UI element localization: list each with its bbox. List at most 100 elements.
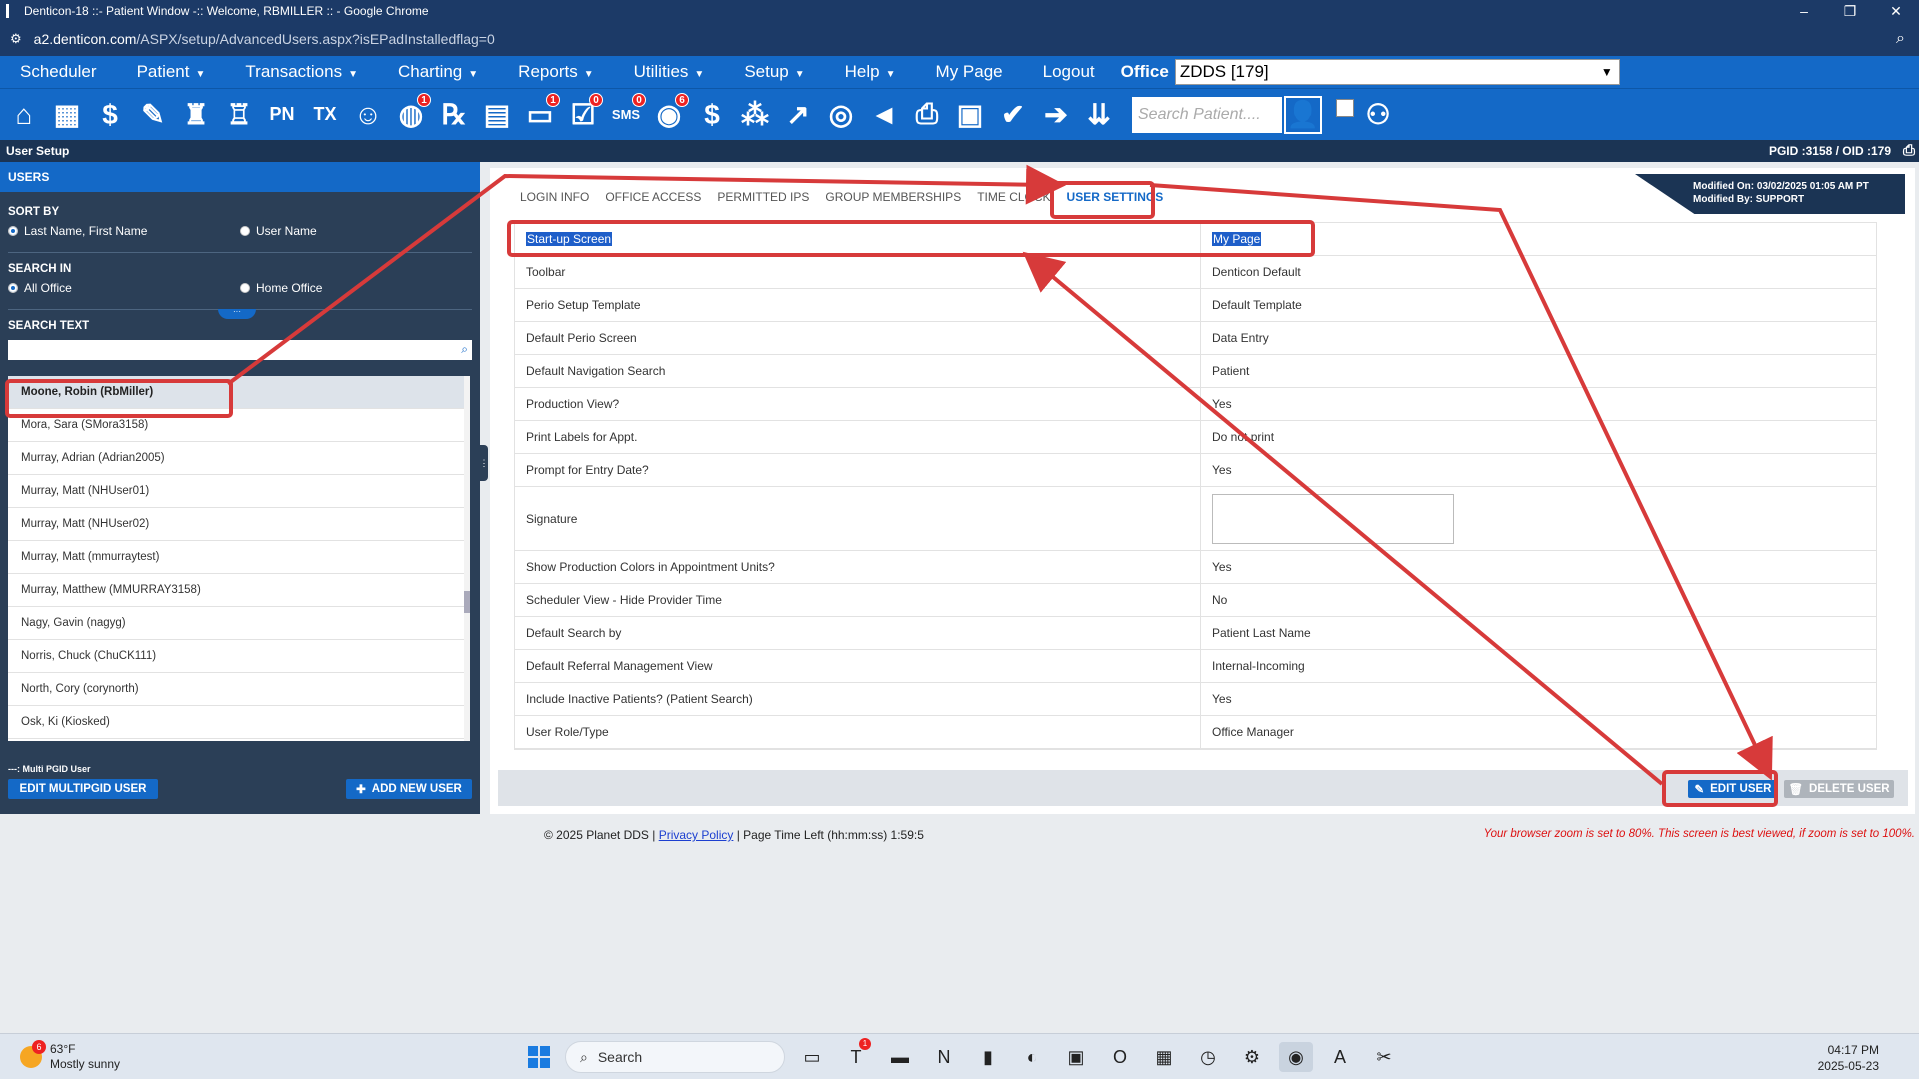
user-list-item[interactable]: Murray, Matt (NHUser01) [8, 475, 470, 508]
windows-start-icon[interactable] [528, 1046, 550, 1068]
menu-charting[interactable]: Charting ▼ [378, 62, 498, 82]
edit-user-button[interactable]: ✎ EDIT USER [1688, 780, 1778, 798]
user-list-item[interactable]: Murray, Matt (mmurraytest) [8, 541, 470, 574]
group-icon[interactable]: ◎ [821, 94, 861, 136]
dollar-icon[interactable]: $ [90, 94, 130, 136]
user-list-item[interactable]: Murray, Adrian (Adrian2005) [8, 442, 470, 475]
insurance-icon[interactable]: $ [692, 94, 732, 136]
search-home-office-radio[interactable]: Home Office [240, 281, 472, 295]
pn-icon[interactable]: PN [262, 94, 302, 136]
chevron-down-icon[interactable]: ▼ [1601, 65, 1613, 79]
add-patient-icon[interactable]: ☺ [348, 94, 388, 136]
panel-resize-handle[interactable]: ⋮ [480, 445, 489, 481]
acrobat-icon[interactable]: A [1323, 1042, 1357, 1072]
scanner-icon[interactable]: ▣ [950, 94, 990, 136]
task-icon[interactable]: ☑ 0 [563, 92, 603, 136]
tab-login-info[interactable]: LOGIN INFO [520, 190, 589, 204]
menu-scheduler[interactable]: Scheduler [0, 62, 117, 82]
store-icon[interactable]: ▣ [1059, 1042, 1093, 1072]
calculator-icon[interactable]: ▦ [1147, 1042, 1181, 1072]
file-explorer-icon[interactable]: ▬ [883, 1042, 917, 1072]
sort-lastname-radio[interactable]: Last Name, First Name [8, 224, 240, 238]
shield-arrow-icon[interactable]: ➔ [1036, 94, 1076, 136]
add-new-user-button[interactable]: ✚ ADD NEW USER [346, 779, 472, 799]
clock-app-icon[interactable]: ◷ [1191, 1042, 1225, 1072]
user-list-item[interactable]: Murray, Matthew (MMURRAY3158) [8, 574, 470, 607]
user-list-item[interactable]: Mora, Sara (SMora3158) [8, 409, 470, 442]
perio-icon[interactable]: ♖ [219, 94, 259, 136]
edit-note-icon[interactable]: ✎ [133, 94, 173, 136]
tab-group-memberships[interactable]: GROUP MEMBERSHIPS [825, 190, 961, 204]
sms-icon[interactable]: SMS 0 [606, 92, 646, 136]
main-menu: Scheduler Patient ▼ Transactions ▼ Charting ▼ R… [0, 56, 1919, 88]
search-icon[interactable]: ⌕ [461, 342, 468, 357]
user-list-item[interactable]: Murray, Matt (NHUser02) [8, 508, 470, 541]
settings-icon[interactable]: ⚙ [1235, 1042, 1269, 1072]
support-icon[interactable]: ◉ 6 [649, 92, 689, 136]
address-bar[interactable]: ⚙ a2.denticon.com/ASPX/setup/AdvancedUse… [0, 22, 1919, 56]
rx-icon[interactable]: ℞ [434, 94, 474, 136]
shield-down-icon[interactable]: ⇊ [1079, 94, 1119, 136]
user-list-item[interactable]: Norris, Chuck (ChuCK111) [8, 640, 470, 673]
menu-help[interactable]: Help ▼ [825, 62, 916, 82]
edge-icon[interactable]: ◐ [1015, 1042, 1049, 1072]
chart-line-icon[interactable]: ↗ [778, 94, 818, 136]
print-icon[interactable]: ⎙ [907, 94, 947, 136]
message-icon[interactable]: ▤ [477, 94, 517, 136]
privacy-policy-link[interactable]: Privacy Policy [659, 828, 734, 842]
user-list-item[interactable]: Nagy, Gavin (nagyg) [8, 607, 470, 640]
zoom-icon[interactable]: ⌕ [1896, 30, 1905, 48]
tab-permitted-ips[interactable]: PERMITTED IPS [717, 190, 809, 204]
megaphone-icon[interactable]: ◄ [864, 94, 904, 136]
sticky-notes-icon[interactable]: ▮ [971, 1042, 1005, 1072]
shield-check-icon[interactable]: ✔ [993, 94, 1033, 136]
minimize-icon[interactable]: – [1781, 3, 1827, 20]
tx-icon[interactable]: TX [305, 94, 345, 136]
menu-logout[interactable]: Logout [1023, 62, 1115, 82]
collapse-filters-handle[interactable]: ··· [218, 308, 256, 319]
user-search-input[interactable]: ⌕ [8, 340, 472, 360]
task-view-icon[interactable]: ▭ [795, 1042, 829, 1072]
menu-utilities[interactable]: Utilities ▼ [614, 62, 725, 82]
site-settings-icon[interactable]: ⚙ [10, 31, 22, 47]
patient-search-checkbox[interactable] [1336, 98, 1354, 117]
system-clock[interactable]: 04:17 PM 2025-05-23 [1818, 1042, 1879, 1074]
user-list-item[interactable]: Osk, Ki (Kiosked) [8, 706, 470, 739]
patient-search-input[interactable]: Search Patient.... [1132, 96, 1282, 133]
advanced-search-icon[interactable]: ⚇ [1358, 94, 1398, 136]
snipping-tool-icon[interactable]: ✂ [1367, 1042, 1401, 1072]
taskbar-search[interactable]: ⌕ Search [565, 1041, 785, 1073]
edit-multipgid-user-button[interactable]: EDIT MULTIPGID USER [8, 779, 158, 799]
user-list-scrollbar[interactable] [464, 376, 470, 741]
menu-patient[interactable]: Patient ▼ [117, 62, 226, 82]
chat-icon[interactable]: ▭ 1 [520, 92, 560, 136]
scrollbar-thumb[interactable] [464, 591, 470, 613]
weather-widget[interactable]: 6 63°F Mostly sunny [20, 1040, 120, 1072]
tab-time-clock[interactable]: TIME CLOCK [977, 190, 1050, 204]
user-list-item[interactable]: Moone, Robin (RbMiller) [8, 376, 470, 409]
patient-lookup-icon[interactable]: 👤 [1284, 95, 1322, 134]
tab-office-access[interactable]: OFFICE ACCESS [605, 190, 701, 204]
office-select[interactable]: ZDDS [179] ▼ [1174, 59, 1620, 85]
network-icon[interactable]: ⁂ [735, 94, 775, 136]
tab-user-settings[interactable]: USER SETTINGS [1067, 190, 1164, 204]
menu-my-page[interactable]: My Page [916, 62, 1023, 82]
menu-transactions[interactable]: Transactions ▼ [225, 62, 378, 82]
user-list-item[interactable]: North, Cory (corynorth) [8, 673, 470, 706]
printer-icon[interactable]: ⎙ [1903, 142, 1915, 159]
calendar-icon[interactable]: ▦ [47, 94, 87, 136]
close-icon[interactable]: ✕ [1873, 3, 1919, 20]
restore-icon[interactable]: ❐ [1827, 3, 1873, 20]
search-all-office-radio[interactable]: All Office [8, 281, 240, 295]
home-icon[interactable]: ⌂ [4, 94, 44, 136]
tooth-chart-icon[interactable]: ♜ [176, 94, 216, 136]
delete-user-button[interactable]: 🗑 DELETE USER [1784, 780, 1894, 798]
menu-reports[interactable]: Reports ▼ [498, 62, 613, 82]
globe-icon[interactable]: ◍ 1 [391, 92, 431, 136]
onenote-icon[interactable]: N [927, 1042, 961, 1072]
menu-setup[interactable]: Setup ▼ [724, 62, 824, 82]
sort-username-radio[interactable]: User Name [240, 224, 472, 238]
teams-icon[interactable]: T1 [839, 1038, 873, 1072]
chrome-icon[interactable]: ◉ [1279, 1042, 1313, 1072]
outlook-icon[interactable]: O [1103, 1042, 1137, 1072]
